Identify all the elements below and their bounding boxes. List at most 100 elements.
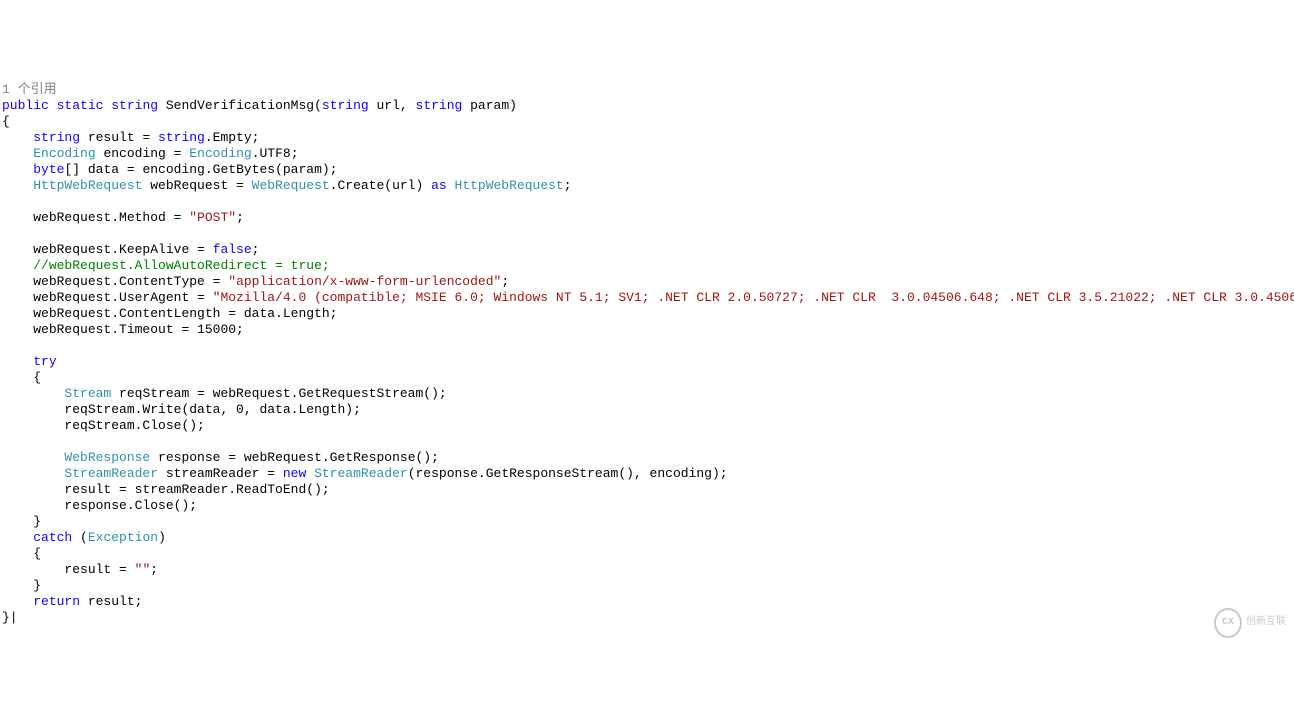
method-prop: webRequest.Method =	[33, 210, 189, 225]
utf8: .UTF8;	[252, 146, 299, 161]
param2: param)	[462, 98, 517, 113]
watermark-logo: CX 创新互联	[1214, 608, 1286, 638]
watermark-line1: 创新互联	[1246, 617, 1286, 629]
kw-string: string	[33, 130, 80, 145]
var-response: response = webRequest.GetResponse();	[150, 450, 439, 465]
kw-byte: byte	[33, 162, 64, 177]
watermark-icon: CX	[1214, 608, 1242, 638]
semi: ;	[150, 562, 158, 577]
indent	[2, 322, 33, 337]
indent	[2, 370, 33, 385]
kw-return: return	[33, 594, 80, 609]
kw-false: false	[213, 242, 252, 257]
indent	[2, 562, 64, 577]
indent	[2, 242, 33, 257]
indent	[2, 514, 33, 529]
readtoend-call: result = streamReader.ReadToEnd();	[64, 482, 329, 497]
kw-string-param1: string	[322, 98, 369, 113]
brace-open: {	[2, 114, 10, 129]
var-data: [] data = encoding.GetBytes(param);	[64, 162, 337, 177]
useragent-prop: webRequest.UserAgent =	[33, 290, 212, 305]
string-post: "POST"	[189, 210, 236, 225]
type-webrequest: WebRequest	[252, 178, 330, 193]
var-streamreader: streamReader =	[158, 466, 283, 481]
indent	[2, 306, 33, 321]
type-encoding: Encoding	[33, 146, 95, 161]
string-empty: ""	[135, 562, 151, 577]
semi: ;	[252, 242, 260, 257]
write-call: reqStream.Write(data, 0, data.Length);	[64, 402, 360, 417]
indent	[2, 258, 33, 273]
kw-string-param2: string	[416, 98, 463, 113]
kw-new: new	[283, 466, 306, 481]
return-val: result;	[80, 594, 142, 609]
keepalive-prop: webRequest.KeepAlive =	[33, 242, 212, 257]
kw-string: string	[158, 130, 205, 145]
indent	[2, 418, 64, 433]
type-stream: Stream	[64, 386, 111, 401]
type-httpwebrequest: HttpWebRequest	[447, 178, 564, 193]
type-streamreader: StreamReader	[306, 466, 407, 481]
indent	[2, 466, 64, 481]
indent	[2, 450, 64, 465]
comment-line: //webRequest.AllowAutoRedirect = true;	[33, 258, 329, 273]
create-call: .Create(url)	[330, 178, 431, 193]
var-encoding: encoding =	[96, 146, 190, 161]
kw-as: as	[431, 178, 447, 193]
type-exception: Exception	[88, 530, 158, 545]
var-webrequest: webRequest =	[142, 178, 251, 193]
brace-open: {	[33, 370, 41, 385]
paren-open: (	[72, 530, 88, 545]
indent	[2, 530, 33, 545]
indent	[2, 578, 33, 593]
var-reqstream: reqStream = webRequest.GetRequestStream(…	[111, 386, 446, 401]
param1: url,	[369, 98, 416, 113]
indent	[2, 594, 33, 609]
type-encoding: Encoding	[189, 146, 251, 161]
semi: ;	[501, 274, 509, 289]
semi: ;	[564, 178, 572, 193]
contentlength-prop: webRequest.ContentLength = data.Length;	[33, 306, 337, 321]
close-call: reqStream.Close();	[64, 418, 204, 433]
indent	[2, 146, 33, 161]
indent	[2, 210, 33, 225]
indent	[2, 386, 64, 401]
kw-static: static	[57, 98, 104, 113]
kw-public: public	[2, 98, 49, 113]
paren-close: )	[158, 530, 166, 545]
indent	[2, 178, 33, 193]
close-call: response.Close();	[64, 498, 197, 513]
string-contenttype: "application/x-www-form-urlencoded"	[228, 274, 501, 289]
ctor-args: (response.GetResponseStream(), encoding)…	[408, 466, 728, 481]
indent	[2, 402, 64, 417]
brace-close: }	[33, 578, 41, 593]
indent	[2, 546, 33, 561]
kw-string: string	[111, 98, 158, 113]
indent	[2, 482, 64, 497]
type-webresponse: WebResponse	[64, 450, 150, 465]
semi: ;	[236, 210, 244, 225]
indent	[2, 162, 33, 177]
method-name: SendVerificationMsg(	[158, 98, 322, 113]
indent	[2, 498, 64, 513]
type-httpwebrequest: HttpWebRequest	[33, 178, 142, 193]
var-result: result =	[80, 130, 158, 145]
type-streamreader: StreamReader	[64, 466, 158, 481]
string-useragent: "Mozilla/4.0 (compatible; MSIE 6.0; Wind…	[213, 290, 1294, 305]
kw-catch: catch	[33, 530, 72, 545]
empty: .Empty;	[205, 130, 260, 145]
kw-try: try	[33, 354, 56, 369]
brace-close: }|	[2, 610, 18, 625]
reference-annotation: 1 个引用	[2, 82, 57, 97]
brace-open: {	[33, 546, 41, 561]
timeout-prop: webRequest.Timeout = 15000;	[33, 322, 244, 337]
indent	[2, 354, 33, 369]
indent	[2, 290, 33, 305]
contenttype-prop: webRequest.ContentType =	[33, 274, 228, 289]
brace-close: }	[33, 514, 41, 529]
watermark-text: 创新互联	[1246, 593, 1286, 653]
indent	[2, 274, 33, 289]
result-assign: result =	[64, 562, 134, 577]
code-block: 1 个引用 public static string SendVerificat…	[0, 64, 1294, 642]
indent	[2, 130, 33, 145]
